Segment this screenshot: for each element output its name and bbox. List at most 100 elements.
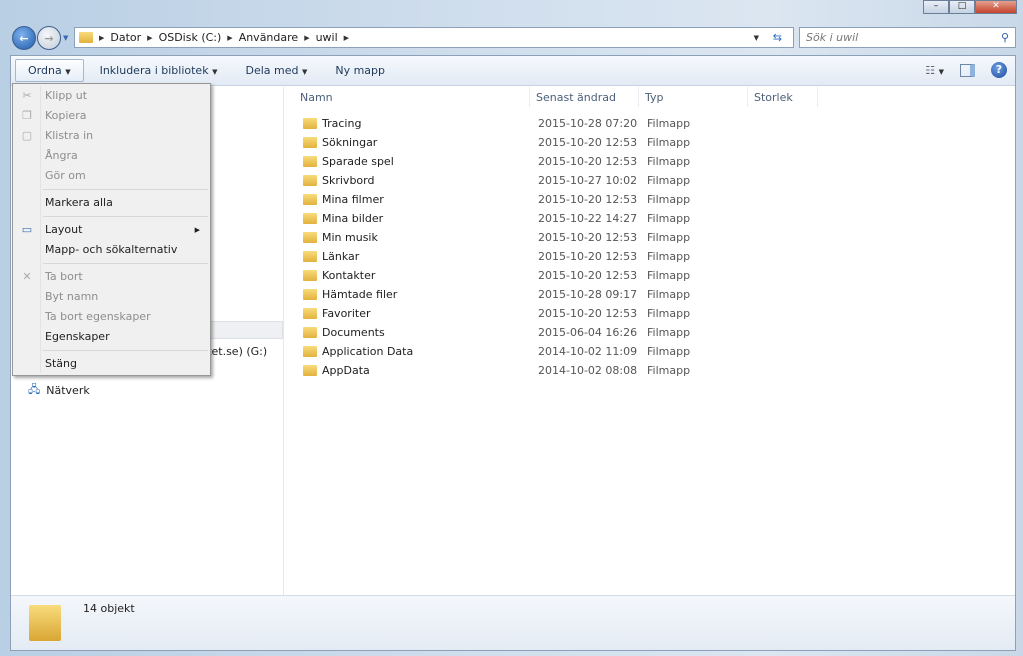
command-bar: Ordna ▼ Inkludera i bibliotek ▼ Dela med… [11, 56, 1015, 86]
file-row[interactable]: Tracing 2015-10-28 07:20 Filmapp [303, 114, 803, 133]
file-row[interactable]: Sökningar 2015-10-20 12:53 Filmapp [303, 133, 803, 152]
menu-item-redo[interactable]: Gör om [13, 166, 210, 186]
close-button[interactable]: ✕ [975, 0, 1017, 14]
file-date: 2015-10-28 09:17 [538, 288, 638, 301]
search-icon[interactable]: ⚲ [1001, 31, 1009, 44]
address-bar[interactable]: ▶ Dator ▶ OSDisk (C:) ▶ Användare ▶ uwil… [74, 27, 794, 48]
breadcrumb-item[interactable]: uwil [316, 31, 338, 44]
menu-item-copy[interactable]: ❐ Kopiera [13, 106, 210, 126]
file-name: Länkar [322, 250, 360, 263]
file-row[interactable]: Sparade spel 2015-10-20 12:53 Filmapp [303, 152, 803, 171]
include-in-library-button[interactable]: Inkludera i bibliotek ▼ [88, 60, 230, 81]
minimize-button[interactable]: – [923, 0, 949, 14]
search-input[interactable]: Sök i uwil ⚲ [799, 27, 1016, 48]
file-row[interactable]: Documents 2015-06-04 16:26 Filmapp [303, 323, 803, 342]
file-type: Filmapp [647, 117, 691, 130]
network-label: Nätverk [46, 384, 90, 397]
column-size[interactable]: Storlek [748, 87, 818, 107]
chevron-right-icon[interactable]: ▶ [304, 34, 309, 42]
menu-item-folder-options[interactable]: Mapp- och sökalternativ [13, 240, 210, 260]
file-name: Application Data [322, 345, 414, 358]
file-name: Tracing [322, 117, 362, 130]
file-type: Filmapp [647, 193, 691, 206]
back-button[interactable]: ← [12, 26, 36, 50]
column-date-modified[interactable]: Senast ändrad [530, 87, 639, 107]
menu-separator [43, 189, 208, 190]
file-date: 2015-10-28 07:20 [538, 117, 638, 130]
file-date: 2015-10-20 12:53 [538, 155, 638, 168]
file-row[interactable]: Min musik 2015-10-20 12:53 Filmapp [303, 228, 803, 247]
file-name: Sparade spel [322, 155, 394, 168]
file-row[interactable]: Application Data 2014-10-02 11:09 Filmapp [303, 342, 803, 361]
file-type: Filmapp [647, 345, 691, 358]
column-type[interactable]: Typ [639, 87, 748, 107]
selected-nav-item[interactable] [201, 321, 283, 339]
menu-item-rename[interactable]: Byt namn [13, 287, 210, 307]
chevron-right-icon[interactable]: ▶ [227, 34, 232, 42]
menu-item-layout[interactable]: ▭ Layout ▶ [13, 220, 210, 240]
nav-item-network[interactable]: 🖧 Nätverk [28, 381, 90, 400]
menu-separator [43, 350, 208, 351]
file-type: Filmapp [647, 250, 691, 263]
folder-icon [303, 118, 317, 129]
breadcrumb-item[interactable]: Dator [110, 31, 141, 44]
help-icon[interactable]: ? [991, 62, 1007, 78]
file-date: 2015-10-20 12:53 [538, 250, 638, 263]
file-name: Mina bilder [322, 212, 384, 225]
folder-icon [303, 251, 317, 262]
file-date: 2015-10-20 12:53 [538, 307, 638, 320]
folder-icon [303, 156, 317, 167]
file-name: Sökningar [322, 136, 378, 149]
forward-button[interactable]: → [37, 26, 61, 50]
file-row[interactable]: Länkar 2015-10-20 12:53 Filmapp [303, 247, 803, 266]
refresh-icon[interactable]: ⇆ [773, 31, 782, 44]
organize-button[interactable]: Ordna ▼ [15, 59, 84, 82]
menu-item-properties[interactable]: Egenskaper [13, 327, 210, 347]
file-row[interactable]: Mina filmer 2015-10-20 12:53 Filmapp [303, 190, 803, 209]
file-row[interactable]: Hämtade filer 2015-10-28 09:17 Filmapp [303, 285, 803, 304]
recent-pages-dropdown[interactable]: ▼ [63, 34, 68, 42]
file-row[interactable]: Skrivbord 2015-10-27 10:02 Filmapp [303, 171, 803, 190]
chevron-right-icon[interactable]: ▶ [147, 34, 152, 42]
address-dropdown[interactable]: ▼ [754, 34, 759, 42]
file-row[interactable]: Favoriter 2015-10-20 12:53 Filmapp [303, 304, 803, 323]
organize-label: Ordna [28, 64, 62, 77]
file-name: Mina filmer [322, 193, 384, 206]
window-controls: – □ ✕ [923, 0, 1017, 14]
column-name[interactable]: Namn [294, 87, 530, 107]
menu-item-paste[interactable]: ▢ Klistra in [13, 126, 210, 146]
preview-pane-icon[interactable] [960, 63, 975, 77]
share-label: Dela med [245, 64, 299, 77]
file-name: Kontakter [322, 269, 376, 282]
menu-item-select-all[interactable]: Markera alla [13, 193, 210, 213]
new-folder-button[interactable]: Ny mapp [323, 60, 397, 81]
breadcrumb-item[interactable]: OSDisk (C:) [159, 31, 222, 44]
file-row[interactable]: AppData 2014-10-02 08:08 Filmapp [303, 361, 803, 380]
chevron-right-icon[interactable]: ▶ [99, 34, 104, 42]
chevron-right-icon[interactable]: ▶ [344, 34, 349, 42]
file-row[interactable]: Kontakter 2015-10-20 12:53 Filmapp [303, 266, 803, 285]
menu-item-remove-properties[interactable]: Ta bort egenskaper [13, 307, 210, 327]
folder-icon [303, 232, 317, 243]
share-with-button[interactable]: Dela med ▼ [233, 60, 319, 81]
menu-item-close[interactable]: Stäng [13, 354, 210, 374]
folder-icon [303, 289, 317, 300]
view-options-icon[interactable]: ☷ ▼ [925, 64, 944, 77]
menu-item-cut[interactable]: ✂ Klipp ut [13, 86, 210, 106]
folder-icon [303, 137, 317, 148]
file-type: Filmapp [647, 326, 691, 339]
maximize-button[interactable]: □ [949, 0, 975, 14]
file-name: Skrivbord [322, 174, 375, 187]
file-date: 2015-10-22 14:27 [538, 212, 638, 225]
menu-separator [43, 216, 208, 217]
scissors-icon: ✂ [22, 89, 32, 102]
item-count: 14 objekt [83, 602, 135, 615]
search-placeholder: Sök i uwil [806, 31, 859, 44]
menu-item-delete[interactable]: ✕ Ta bort [13, 267, 210, 287]
file-row[interactable]: Mina bilder 2015-10-22 14:27 Filmapp [303, 209, 803, 228]
file-name: Min musik [322, 231, 378, 244]
menu-item-undo[interactable]: Ångra [13, 146, 210, 166]
breadcrumb-item[interactable]: Användare [239, 31, 299, 44]
file-date: 2015-10-20 12:53 [538, 136, 638, 149]
file-name: Documents [322, 326, 385, 339]
